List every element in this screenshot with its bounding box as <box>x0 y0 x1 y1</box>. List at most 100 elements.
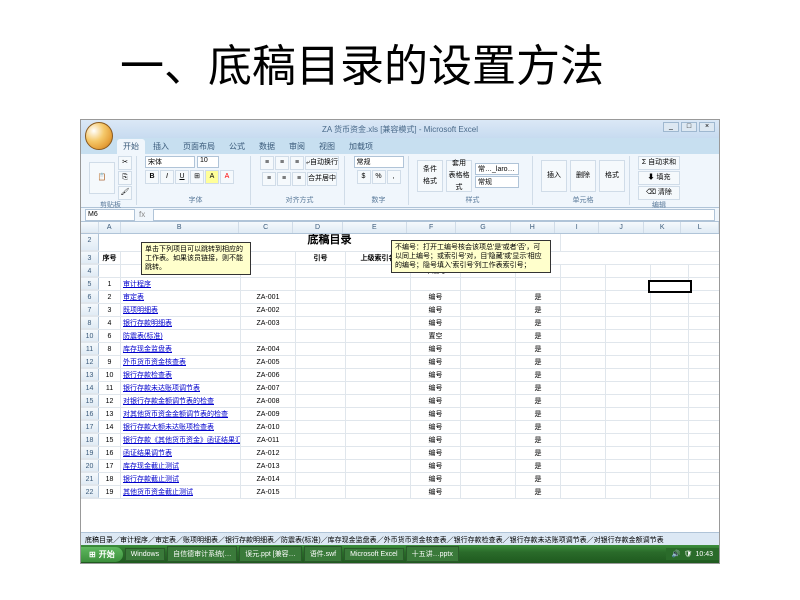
cell-flag[interactable] <box>516 278 561 290</box>
cell-g[interactable] <box>461 434 516 446</box>
cell-name[interactable]: 既项明细表 <box>121 304 241 316</box>
tab-layout[interactable]: 页面布局 <box>177 139 221 154</box>
cell-j[interactable] <box>606 395 651 407</box>
cell-idx[interactable]: ZA-003 <box>241 317 296 329</box>
cell-g[interactable] <box>461 278 516 290</box>
cell-j[interactable] <box>606 304 651 316</box>
cell-seq[interactable]: 2 <box>99 291 121 303</box>
cell-code[interactable]: 编号 <box>411 317 461 329</box>
row-header[interactable]: 10 <box>81 330 99 342</box>
cell-d[interactable] <box>296 408 346 420</box>
cell-seq[interactable]: 4 <box>99 317 121 329</box>
cell-flag[interactable]: 是 <box>516 408 561 420</box>
cell-code[interactable]: 编号 <box>411 369 461 381</box>
row-header[interactable]: 3 <box>81 252 99 264</box>
cell-d[interactable] <box>296 434 346 446</box>
cell-i[interactable] <box>561 330 606 342</box>
cell-i[interactable] <box>561 356 606 368</box>
autosum[interactable]: Σ 自动求和 <box>638 156 680 170</box>
cell-i[interactable] <box>561 382 606 394</box>
cell-e[interactable] <box>346 330 411 342</box>
cell-name[interactable]: 银行存款未达账项调节表 <box>121 382 241 394</box>
delete-button[interactable]: 删除 <box>570 160 596 192</box>
cell-seq[interactable]: 6 <box>99 330 121 342</box>
system-tray[interactable]: 🔊 🛡 10:43 <box>666 548 719 560</box>
cell-g[interactable] <box>461 421 516 433</box>
cell-seq[interactable]: 3 <box>99 304 121 316</box>
cell-i[interactable] <box>561 408 606 420</box>
cell-seq[interactable]: 16 <box>99 447 121 459</box>
cell-idx[interactable]: ZA-004 <box>241 343 296 355</box>
col-d[interactable]: D <box>293 222 342 233</box>
active-cell[interactable] <box>648 280 692 293</box>
cell-d[interactable] <box>296 304 346 316</box>
cell-k[interactable] <box>651 343 689 355</box>
cell-e[interactable] <box>346 395 411 407</box>
cell-d[interactable] <box>296 343 346 355</box>
office-button[interactable] <box>85 122 113 150</box>
cell-code[interactable]: 编号 <box>411 447 461 459</box>
cell-flag[interactable]: 是 <box>516 356 561 368</box>
style1[interactable]: 常…_laro… <box>475 163 519 175</box>
tray-icon[interactable]: 🔊 <box>672 550 681 558</box>
row-header[interactable]: 4 <box>81 265 99 277</box>
cell-idx[interactable]: ZA-014 <box>241 473 296 485</box>
task-item[interactable]: 误元.ppt [兼容… <box>239 546 302 562</box>
cell-seq[interactable] <box>99 265 121 277</box>
cell-j[interactable] <box>606 343 651 355</box>
cell-flag[interactable]: 是 <box>516 369 561 381</box>
cell-e[interactable] <box>346 434 411 446</box>
cell-seq[interactable]: 9 <box>99 356 121 368</box>
cell-d[interactable] <box>296 356 346 368</box>
cell-idx[interactable]: ZA-008 <box>241 395 296 407</box>
col-i[interactable]: I <box>555 222 599 233</box>
cell-i[interactable] <box>561 369 606 381</box>
row-header[interactable]: 8 <box>81 317 99 329</box>
cell-flag[interactable]: 是 <box>516 304 561 316</box>
cell-d[interactable] <box>296 486 346 498</box>
row-header[interactable]: 11 <box>81 343 99 355</box>
cell-k[interactable] <box>651 460 689 472</box>
fill-color[interactable]: A <box>205 170 219 184</box>
cell-k[interactable] <box>651 421 689 433</box>
cell-g[interactable] <box>461 291 516 303</box>
cell-e[interactable] <box>346 304 411 316</box>
cell-code[interactable]: 编号 <box>411 395 461 407</box>
align-left[interactable]: ≡ <box>262 172 276 186</box>
cell-name[interactable]: 对银行存款金额调节表的检查 <box>121 395 241 407</box>
cell-j[interactable] <box>606 291 651 303</box>
cell-j[interactable] <box>606 369 651 381</box>
cell-g[interactable] <box>461 473 516 485</box>
paste-button[interactable]: 📋 <box>89 162 115 194</box>
start-button[interactable]: 开始 <box>81 547 123 562</box>
cell-code[interactable]: 编号 <box>411 434 461 446</box>
tray-icon[interactable]: 🛡 <box>684 550 693 558</box>
cell-e[interactable] <box>346 486 411 498</box>
row-header[interactable]: 15 <box>81 395 99 407</box>
close-button[interactable]: × <box>699 122 715 132</box>
cell-e[interactable] <box>346 291 411 303</box>
copy-button[interactable]: ⎘ <box>118 171 132 185</box>
cell-g[interactable] <box>461 486 516 498</box>
row-header[interactable]: 18 <box>81 434 99 446</box>
row-header[interactable]: 20 <box>81 460 99 472</box>
row-header[interactable]: 22 <box>81 486 99 498</box>
cell-g[interactable] <box>461 447 516 459</box>
cell-g[interactable] <box>461 460 516 472</box>
format-painter[interactable]: 🖌 <box>118 186 132 200</box>
cell-name[interactable]: 审定表 <box>121 291 241 303</box>
row-header[interactable]: 21 <box>81 473 99 485</box>
fill-button[interactable]: ⬇ 填充 <box>638 171 680 185</box>
row-header[interactable]: 2 <box>81 234 99 251</box>
task-item[interactable]: 自信德审计系统(… <box>167 546 237 562</box>
cell-g[interactable] <box>461 395 516 407</box>
underline-button[interactable]: U <box>175 170 189 184</box>
cell-name[interactable]: 银行存款大额未达账项检查表 <box>121 421 241 433</box>
row-header[interactable]: 14 <box>81 382 99 394</box>
cell-e[interactable] <box>346 421 411 433</box>
cell-e[interactable] <box>346 447 411 459</box>
cell-name[interactable]: 库存现金截止测试 <box>121 460 241 472</box>
cell-i[interactable] <box>561 278 606 290</box>
align-center[interactable]: ≡ <box>277 172 291 186</box>
style2[interactable]: 常规 <box>475 176 519 188</box>
